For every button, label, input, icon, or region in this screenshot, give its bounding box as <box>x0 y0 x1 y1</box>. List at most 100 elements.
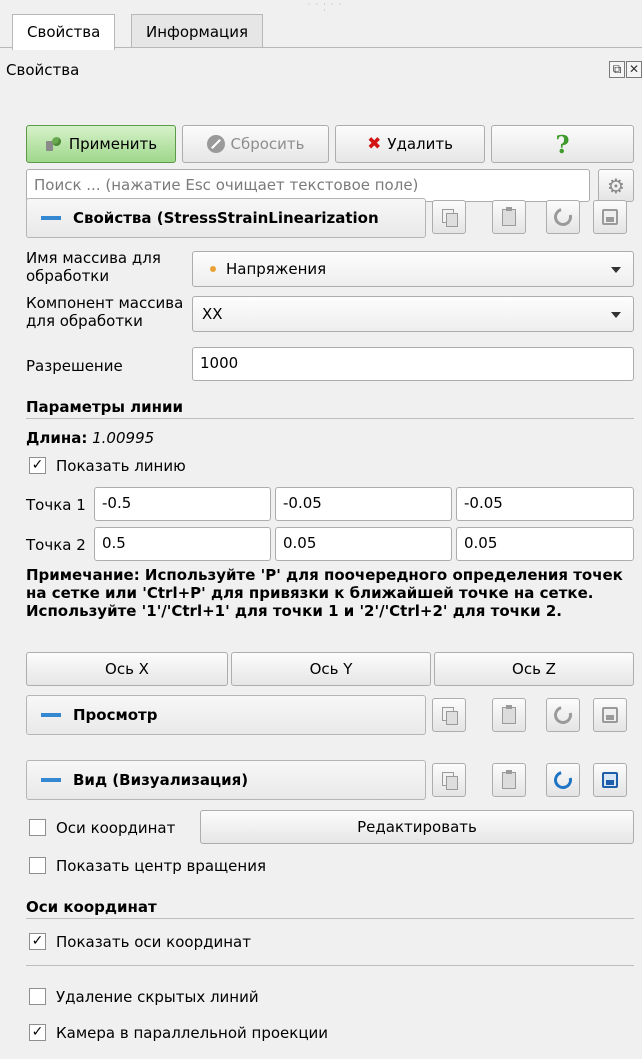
axes-group-divider <box>26 918 634 919</box>
save-icon <box>602 772 618 788</box>
length-value: 1.00995 <box>92 429 155 447</box>
reset-label: Сбросить <box>230 135 305 153</box>
refresh-icon <box>550 767 576 793</box>
axis-z-label: Ось Z <box>512 660 556 678</box>
point1-x-input[interactable]: -0.5 <box>94 487 271 521</box>
delete-button[interactable]: ✖ Удалить <box>335 125 485 163</box>
save-icon <box>602 209 618 225</box>
paste-icon <box>502 769 516 789</box>
hidden-lines-label: Удаление скрытых линий <box>56 988 259 1006</box>
length-row: Длина: 1.00995 <box>26 429 154 447</box>
display-save-button[interactable] <box>593 763 627 797</box>
show-line-label: Показать линию <box>56 457 186 475</box>
copy-icon <box>442 772 458 790</box>
array-component-label: Компонент массива для обработки <box>26 294 184 330</box>
parallel-projection-checkbox[interactable]: ✓ <box>29 1024 46 1041</box>
collapse-icon <box>41 713 61 717</box>
array-name-label: Имя массива для обработки <box>26 249 161 285</box>
view-paste-button[interactable] <box>492 698 526 732</box>
show-center-label: Показать центр вращения <box>56 857 266 875</box>
point1-label: Точка 1 <box>26 496 86 514</box>
delete-x-icon: ✖ <box>367 134 382 154</box>
show-axes-checkbox[interactable]: ✓ <box>29 933 46 950</box>
display-copy-button[interactable] <box>432 763 466 797</box>
apply-button[interactable]: Применить <box>26 125 176 163</box>
note-text: Примечание: Используйте 'P' для поочеред… <box>26 566 623 620</box>
axis-y-button[interactable]: Ось Y <box>231 652 431 686</box>
resolution-input[interactable]: 1000 <box>192 347 634 381</box>
edit-label: Редактировать <box>357 818 477 836</box>
axes-bottom-divider <box>26 965 634 966</box>
show-line-checkbox[interactable]: ✓ <box>29 457 46 474</box>
point1-z-input[interactable]: -0.05 <box>456 487 634 521</box>
collapse-icon <box>41 778 61 782</box>
panel-grip[interactable]: · · · · · · <box>305 1 345 16</box>
copy-button[interactable] <box>432 200 466 234</box>
array-name-select[interactable]: Напряжения <box>192 251 634 287</box>
view-section-header[interactable]: Просмотр <box>26 695 426 735</box>
axis-x-label: Ось X <box>105 660 149 678</box>
view-section-title: Просмотр <box>73 706 158 724</box>
refresh-icon <box>550 702 576 728</box>
display-section-header[interactable]: Вид (Визуализация) <box>26 760 426 800</box>
point2-y-input[interactable]: 0.05 <box>275 527 452 561</box>
paste-icon <box>502 206 516 226</box>
length-label: Длина: <box>26 429 88 447</box>
parallel-projection-label: Камера в параллельной проекции <box>56 1024 329 1042</box>
delete-label: Удалить <box>387 135 453 153</box>
point-data-icon <box>210 265 216 272</box>
display-section-title: Вид (Визуализация) <box>73 771 249 789</box>
axis-z-button[interactable]: Ось Z <box>434 652 634 686</box>
refresh-icon <box>550 204 576 230</box>
tab-properties[interactable]: Свойства <box>12 14 116 50</box>
copy-icon <box>442 209 458 227</box>
chevron-down-icon <box>611 312 621 318</box>
view-save-button[interactable] <box>593 698 627 732</box>
point2-z-input[interactable]: 0.05 <box>456 527 634 561</box>
tab-information[interactable]: Информация <box>131 14 264 48</box>
help-button[interactable]: ? <box>491 125 634 163</box>
display-restore-button[interactable] <box>546 763 580 797</box>
panel-title: Свойства <box>6 61 80 79</box>
axes-grid-label: Оси координат <box>56 819 176 837</box>
view-restore-button[interactable] <box>546 698 580 732</box>
save-icon <box>602 707 618 723</box>
apply-label: Применить <box>68 135 158 153</box>
paste-button[interactable] <box>492 200 526 234</box>
view-copy-button[interactable] <box>432 698 466 732</box>
search-settings-button[interactable]: ⚙ <box>598 169 634 202</box>
edit-button[interactable]: Редактировать <box>200 810 634 844</box>
help-icon: ? <box>555 129 570 159</box>
close-icon[interactable]: ✕ <box>626 61 642 78</box>
apply-icon <box>45 136 63 152</box>
restore-defaults-button[interactable] <box>546 200 580 234</box>
properties-section-title: Свойства (StressStrainLinearization <box>73 209 379 227</box>
axis-x-button[interactable]: Ось X <box>26 652 228 686</box>
reset-icon <box>206 135 225 153</box>
paste-icon <box>502 704 516 724</box>
axes-grid-checkbox[interactable] <box>29 819 46 836</box>
axis-y-label: Ось Y <box>309 660 353 678</box>
hidden-lines-checkbox[interactable] <box>29 988 46 1005</box>
copy-icon <box>442 707 458 725</box>
line-params-header: Параметры линии <box>26 398 184 416</box>
float-icon[interactable]: ⧉ <box>609 61 625 78</box>
show-center-checkbox[interactable] <box>29 857 46 874</box>
properties-section-header[interactable]: Свойства (StressStrainLinearization <box>26 198 426 238</box>
save-defaults-button[interactable] <box>593 200 627 234</box>
reset-button[interactable]: Сбросить <box>182 125 329 163</box>
display-paste-button[interactable] <box>492 763 526 797</box>
point1-y-input[interactable]: -0.05 <box>275 487 452 521</box>
resolution-label: Разрешение <box>26 357 123 375</box>
point2-x-input[interactable]: 0.5 <box>94 527 271 561</box>
array-component-select[interactable]: XX <box>192 296 634 332</box>
collapse-icon <box>41 216 61 220</box>
gear-icon: ⚙ <box>607 173 625 198</box>
line-params-divider <box>26 418 634 419</box>
axes-group-header: Оси координат <box>26 898 157 916</box>
show-axes-label: Показать оси координат <box>56 933 251 951</box>
point2-label: Точка 2 <box>26 536 86 554</box>
array-component-value: XX <box>202 305 223 323</box>
array-name-value: Напряжения <box>226 260 327 278</box>
chevron-down-icon <box>611 267 621 273</box>
